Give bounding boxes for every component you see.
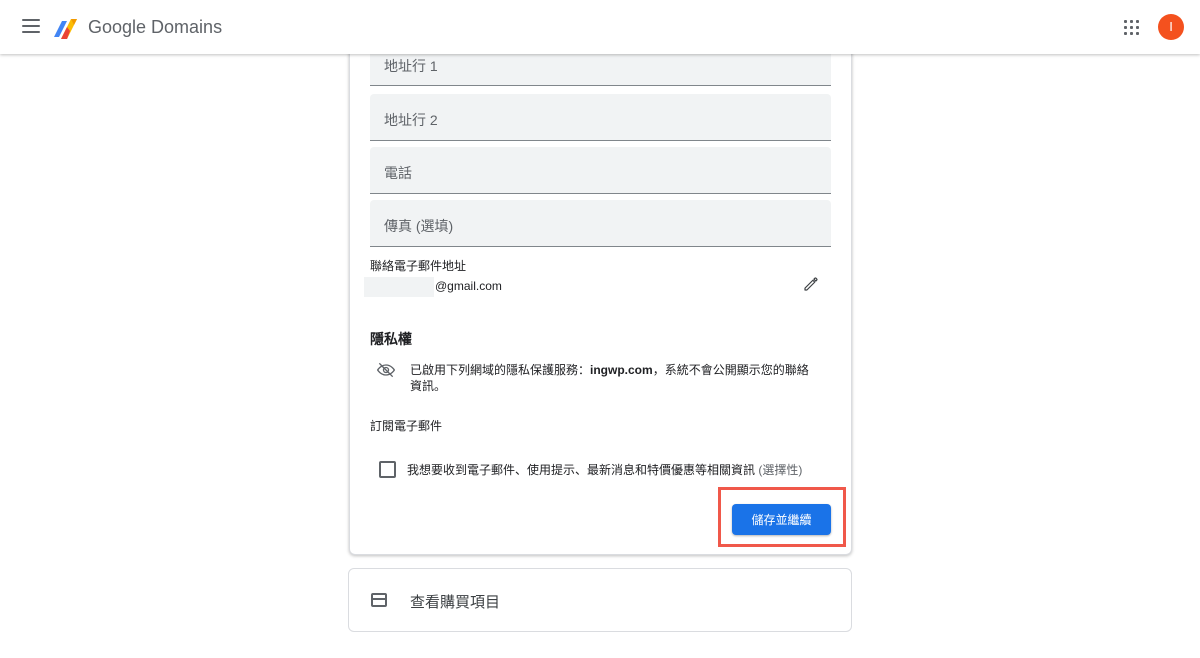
avatar[interactable]: I xyxy=(1158,14,1184,40)
save-and-continue-button[interactable]: 儲存並繼續 xyxy=(732,504,831,535)
credit-card-icon xyxy=(371,593,387,607)
fax-field[interactable]: 傳真 (選填) xyxy=(370,200,831,247)
eye-off-icon xyxy=(376,362,396,378)
hamburger-menu-icon[interactable] xyxy=(22,19,40,33)
contact-email-value: @gmail.com xyxy=(435,279,502,293)
contact-email-label: 聯絡電子郵件地址 xyxy=(370,259,467,273)
privacy-domain: ingwp.com xyxy=(590,363,653,377)
subscribe-checkbox[interactable] xyxy=(379,461,396,478)
subscribe-optional-text: (選擇性) xyxy=(758,463,803,477)
address-line-1-label: 地址行 1 xyxy=(384,58,438,74)
privacy-text-prefix: 已啟用下列網域的隱私保護服務： xyxy=(410,363,591,377)
view-purchase-items-label: 查看購買項目 xyxy=(410,594,501,611)
phone-label: 電話 xyxy=(384,165,412,181)
contact-form-card: 地址行 1 地址行 2 電話 傳真 (選填) 聯絡電子郵件地址 @gmail.c… xyxy=(349,40,852,555)
subscribe-checkbox-label[interactable]: 我想要收到電子郵件、使用提示、最新消息和特價優惠等相關資訊 (選擇性) xyxy=(407,461,802,478)
address-line-2-label: 地址行 2 xyxy=(384,112,438,128)
privacy-description: 已啟用下列網域的隱私保護服務：ingwp.com，系統不會公開顯示您的聯絡資訊。 xyxy=(410,362,820,394)
email-redaction xyxy=(364,277,434,297)
subscribe-label-text: 我想要收到電子郵件、使用提示、最新消息和特價優惠等相關資訊 xyxy=(407,463,756,477)
fax-label: 傳真 (選填) xyxy=(384,218,454,234)
apps-grid-icon[interactable] xyxy=(1124,20,1140,36)
pencil-icon[interactable] xyxy=(802,275,820,293)
view-purchase-items-card[interactable]: 查看購買項目 xyxy=(348,568,852,632)
address-line-2-field[interactable]: 地址行 2 xyxy=(370,94,831,141)
phone-field[interactable]: 電話 xyxy=(370,147,831,194)
brand-title[interactable]: Google Domains xyxy=(88,17,222,38)
subscribe-heading: 訂閱電子郵件 xyxy=(370,419,443,433)
google-domains-logo-icon xyxy=(54,19,77,39)
app-header: Google Domains I xyxy=(0,0,1200,54)
privacy-heading: 隱私權 xyxy=(370,331,412,347)
